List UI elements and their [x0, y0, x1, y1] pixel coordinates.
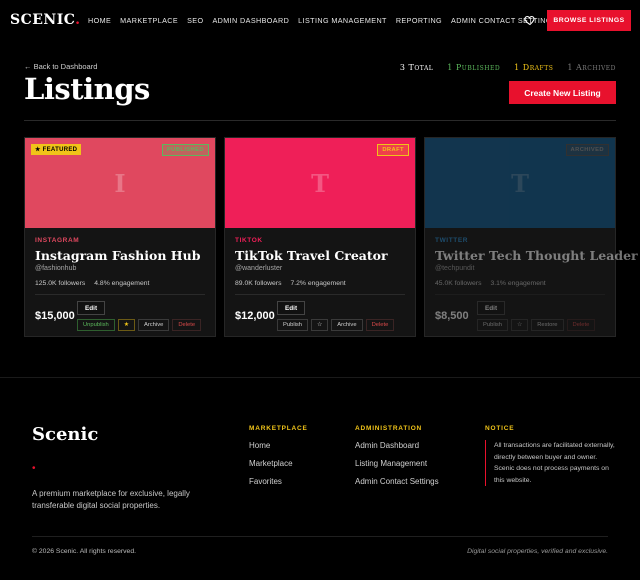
card-handle: @techpundit	[435, 265, 475, 272]
heart-icon[interactable]	[524, 14, 536, 26]
card-engagement: 4.8% engagement	[94, 280, 150, 287]
unpublish-button[interactable]: Unpublish	[77, 319, 115, 331]
delete-button[interactable]: Delete	[365, 319, 395, 331]
delete-button[interactable]: Delete	[566, 319, 596, 331]
listing-card-tiktok: DRAFT T TIKTOK TikTok Travel Creator @wa…	[224, 137, 416, 337]
card-platform: TWITTER	[435, 237, 469, 244]
back-to-dashboard-link[interactable]: ← Back to Dashboard	[24, 62, 97, 71]
card-handle: @wanderluster	[235, 265, 283, 272]
listing-card-instagram: ★ FEATURED PUBLISHED I INSTAGRAM Instagr…	[24, 137, 216, 337]
card-handle: @fashionhub	[35, 265, 77, 272]
footer-link-admin-contact-settings[interactable]: Admin Contact Settings	[355, 477, 439, 486]
card-initial: I	[114, 168, 126, 198]
nav-link-reporting[interactable]: REPORTING	[396, 16, 442, 25]
status-badge: ARCHIVED	[565, 144, 609, 156]
footer-tagline: Digital social properties, verified and …	[467, 548, 608, 555]
publish-button[interactable]: Publish	[277, 319, 309, 331]
card-price: $8,500	[435, 310, 469, 322]
nav-link-admin-contact-settings[interactable]: ADMIN CONTACT SETTINGS	[451, 16, 557, 25]
stat-archived: 1 Archived	[567, 63, 616, 72]
card-banner: ARCHIVED T	[425, 138, 615, 228]
nav-link-listing-management[interactable]: LISTING MANAGEMENT	[298, 16, 387, 25]
archive-button[interactable]: Archive	[137, 319, 170, 331]
card-title: Instagram Fashion Hub	[35, 248, 201, 263]
footer-notice-column: NOTICE	[485, 425, 514, 432]
edit-button[interactable]: Edit	[477, 301, 506, 315]
feature-star-button[interactable]: ☆	[511, 319, 529, 331]
footer-logo[interactable]: Scenic	[32, 424, 98, 445]
footer-link-favorites[interactable]: Favorites	[249, 477, 308, 486]
nav-link-admin-dashboard[interactable]: ADMIN DASHBOARD	[212, 16, 289, 25]
feature-star-button[interactable]: ★	[117, 319, 135, 331]
card-banner: DRAFT T	[225, 138, 415, 228]
archive-button[interactable]: Archive	[331, 319, 363, 331]
nav-link-home[interactable]: HOME	[88, 16, 111, 25]
footer-administration-column: ADMINISTRATION Admin Dashboard Listing M…	[355, 425, 439, 486]
edit-button[interactable]: Edit	[77, 301, 106, 315]
nav-link-marketplace[interactable]: MARKETPLACE	[120, 16, 178, 25]
footer-notice-heading: NOTICE	[485, 425, 515, 432]
card-platform: INSTAGRAM	[35, 237, 80, 244]
card-title: Twitter Tech Thought Leader	[435, 248, 638, 263]
card-metrics: 45.0K followers 3.1% engagement	[435, 280, 605, 295]
card-price: $12,000	[235, 310, 275, 322]
card-followers: 45.0K followers	[435, 280, 482, 287]
footer-description: A premium marketplace for exclusive, leg…	[32, 489, 190, 510]
publish-button[interactable]: Publish	[477, 319, 509, 331]
feature-star-button[interactable]: ☆	[311, 319, 329, 331]
footer-link-listing-management[interactable]: Listing Management	[355, 459, 439, 468]
card-platform: TIKTOK	[235, 237, 263, 244]
top-nav: SCENIC. HOME MARKETPLACE SEO ADMIN DASHB…	[0, 0, 640, 42]
create-new-listing-button[interactable]: Create New Listing	[509, 81, 616, 104]
restore-button[interactable]: Restore	[531, 319, 564, 331]
featured-badge: ★ FEATURED	[31, 144, 82, 155]
footer-top-divider	[0, 377, 640, 378]
delete-button[interactable]: Delete	[172, 319, 202, 331]
status-badge: PUBLISHED	[161, 144, 209, 156]
footer-divider	[32, 536, 608, 537]
footer-logo-dot: •	[32, 463, 36, 474]
card-followers: 89.0K followers	[235, 280, 282, 287]
card-actions: Publish ☆ Restore Delete	[477, 319, 596, 331]
stat-published: 1 Published	[447, 63, 501, 72]
card-actions: Unpublish ★ Archive Delete	[77, 319, 202, 331]
footer-marketplace-column: MARKETPLACE Home Marketplace Favorites	[249, 425, 308, 486]
footer-link-admin-dashboard[interactable]: Admin Dashboard	[355, 441, 439, 450]
card-initial: T	[511, 168, 529, 198]
site-logo[interactable]: SCENIC.	[10, 12, 81, 28]
page-title: Listings	[24, 72, 150, 106]
edit-button[interactable]: Edit	[277, 301, 306, 315]
card-engagement: 3.1% engagement	[490, 280, 546, 287]
footer-marketplace-heading: MARKETPLACE	[249, 425, 308, 432]
nav-link-seo[interactable]: SEO	[187, 16, 203, 25]
card-engagement: 7.2% engagement	[290, 280, 346, 287]
stat-drafts: 1 Drafts	[514, 63, 554, 72]
card-initial: T	[311, 168, 329, 198]
card-price: $15,000	[35, 310, 75, 322]
stat-total: 3 Total	[399, 63, 434, 72]
footer-link-marketplace[interactable]: Marketplace	[249, 459, 308, 468]
copyright-text: © 2026 Scenic. All rights reserved.	[32, 548, 136, 555]
card-metrics: 125.0K followers 4.8% engagement	[35, 280, 205, 295]
browse-listings-button[interactable]: BROWSE LISTINGS	[547, 10, 631, 31]
card-metrics: 89.0K followers 7.2% engagement	[235, 280, 405, 295]
card-actions: Publish ☆ Archive Delete	[277, 319, 395, 331]
card-title: TikTok Travel Creator	[235, 248, 388, 263]
footer-notice-text: All transactions are facilitated externa…	[485, 440, 615, 486]
nav-links: HOME MARKETPLACE SEO ADMIN DASHBOARD LIS…	[88, 16, 557, 25]
card-followers: 125.0K followers	[35, 280, 86, 287]
footer-link-home[interactable]: Home	[249, 441, 308, 450]
footer-administration-heading: ADMINISTRATION	[355, 425, 423, 432]
header-divider	[24, 120, 616, 121]
card-banner: ★ FEATURED PUBLISHED I	[25, 138, 215, 228]
listing-stats: 3 Total 1 Published 1 Drafts 1 Archived	[400, 63, 616, 72]
listing-card-twitter: ARCHIVED T TWITTER Twitter Tech Thought …	[424, 137, 638, 337]
status-badge: DRAFT	[377, 144, 409, 156]
